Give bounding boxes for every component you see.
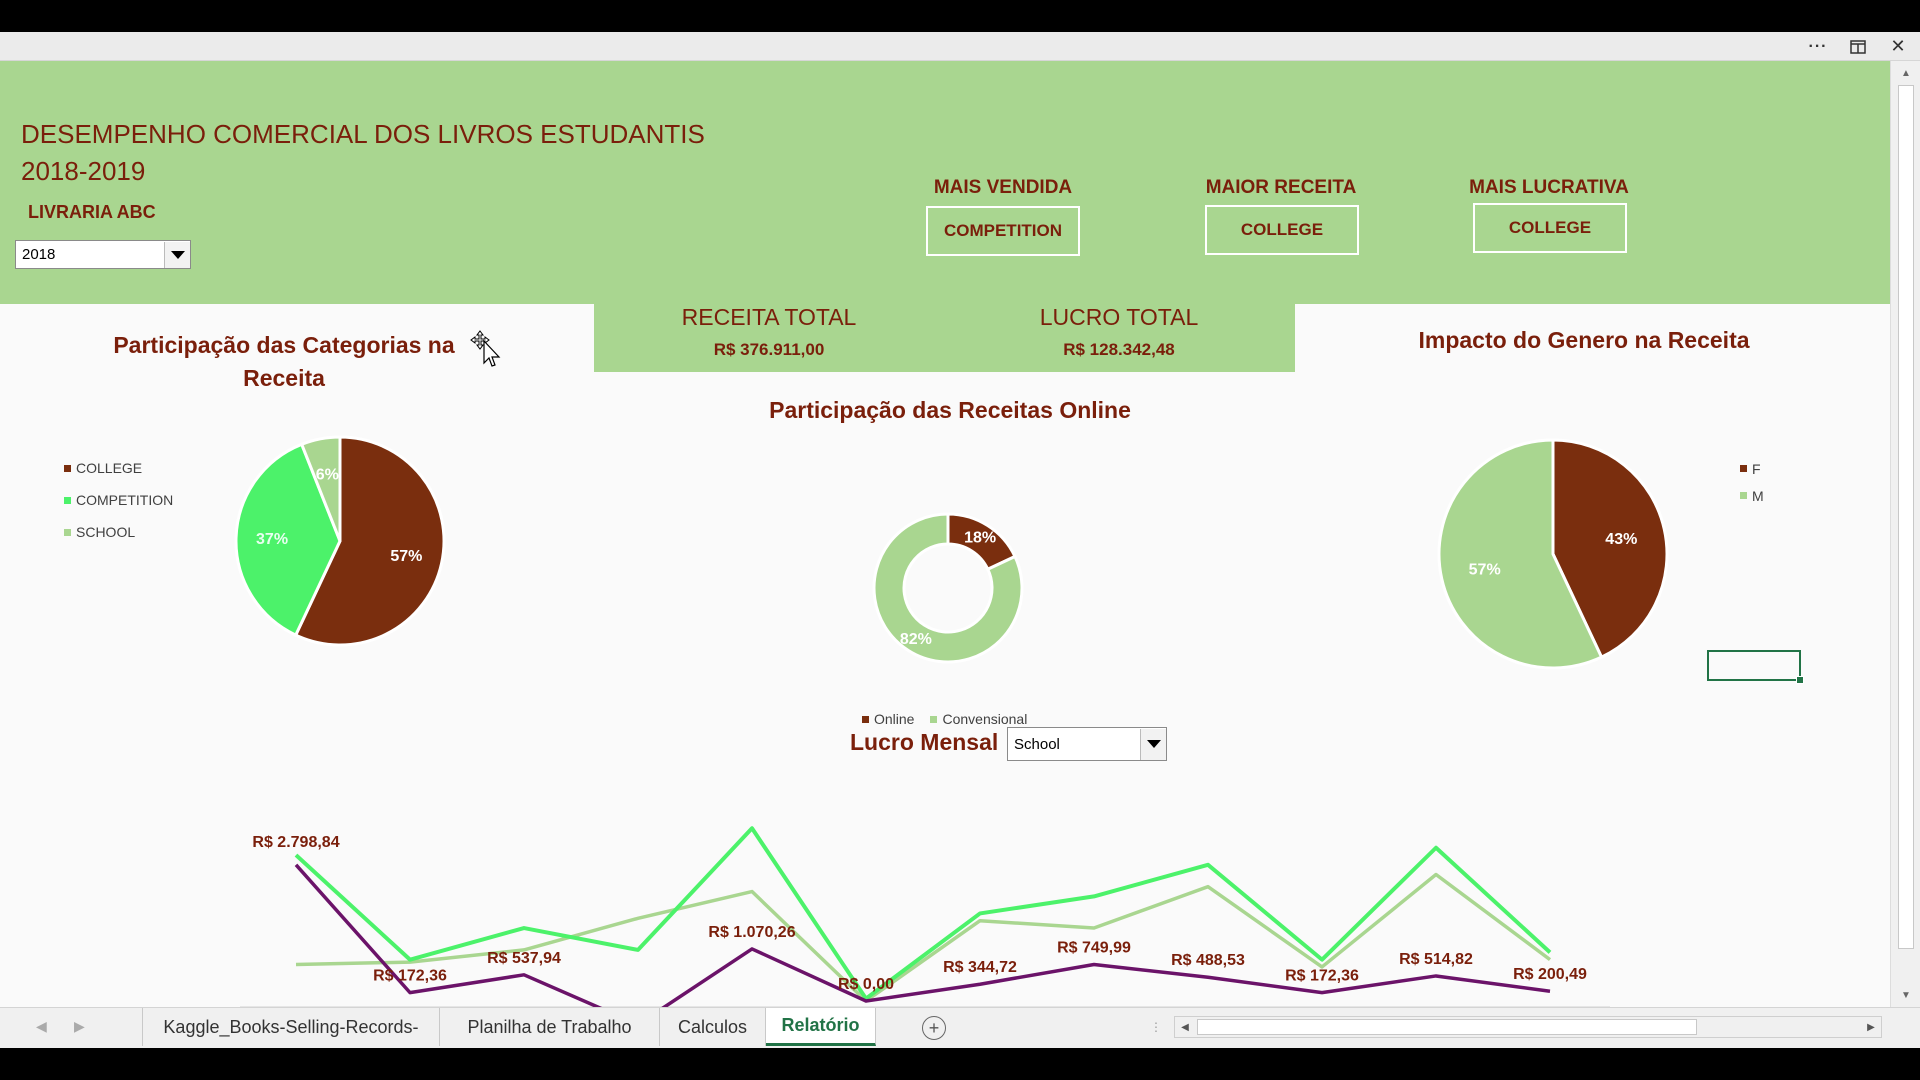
tab-split-handle-icon[interactable]: ⋮	[1150, 1020, 1162, 1034]
tab-next-icon[interactable]: ▶	[74, 1018, 85, 1035]
legend-swatch	[64, 496, 71, 504]
total-revenue-label: RECEITA TOTAL	[681, 304, 857, 330]
online-chart-title: Participação das Receitas Online	[769, 397, 1131, 423]
chevron-down-icon[interactable]	[1140, 728, 1166, 760]
data-label: R$ 172,36	[373, 968, 447, 985]
data-label: R$ 749,99	[1057, 940, 1131, 957]
chevron-down-icon[interactable]	[164, 241, 190, 268]
vertical-scrollbar[interactable]: ▲ ▼	[1890, 61, 1920, 1007]
scroll-left-icon[interactable]: ◀	[1175, 1017, 1195, 1037]
pie-data-label: 6%	[316, 467, 339, 484]
store-name: LIVRARIA ABC	[28, 202, 156, 222]
legend-swatch	[1740, 492, 1747, 499]
legend-swatch	[1740, 465, 1747, 472]
categories-legend: COLLEGE COMPETITION SCHOOL	[64, 452, 173, 548]
scroll-up-icon[interactable]: ▲	[1891, 63, 1920, 83]
scroll-right-icon[interactable]: ▶	[1861, 1017, 1881, 1037]
legend-item: COMPETITION	[64, 484, 173, 516]
top-revenue-value: COLLEGE	[1205, 205, 1359, 255]
total-profit-value: R$ 128.342,48	[1063, 340, 1175, 359]
best-seller-value: COMPETITION	[926, 206, 1080, 256]
data-label: R$ 344,72	[943, 959, 1017, 976]
pie-data-label: 18%	[964, 530, 996, 547]
window-titlebar: ··· ✕	[0, 32, 1920, 61]
total-profit-label: LUCRO TOTAL	[1039, 304, 1199, 330]
tab-planilha-de-trabalho[interactable]: Planilha de Trabalho	[440, 1008, 660, 1046]
legend-label: M	[1752, 487, 1764, 504]
legend-item: M	[1740, 482, 1764, 509]
tab-relatorio[interactable]: Relatório	[766, 1008, 876, 1046]
bottom-black-bar	[0, 1048, 1920, 1080]
restore-icon[interactable]	[1840, 32, 1876, 61]
pie-data-label: 57%	[1469, 562, 1501, 579]
top-revenue-label: MAIOR RECEITA	[1205, 177, 1357, 198]
top-black-bar	[0, 0, 1920, 32]
horizontal-scroll-thumb[interactable]	[1197, 1019, 1697, 1035]
pie-data-label: 82%	[900, 631, 932, 648]
data-label: R$ 2.798,84	[252, 834, 339, 851]
data-label: R$ 1.070,26	[708, 924, 795, 941]
line-series[interactable]	[294, 826, 1552, 1001]
monthly-profit-line-chart[interactable]: JanFevMarAbrMaiJunJulAgoSetOutNovDezR$ 2…	[230, 781, 1630, 1007]
most-profitable-label: MAIS LUCRATIVA	[1469, 177, 1629, 198]
pie-data-label: 57%	[390, 548, 422, 565]
legend-label: Convensional	[942, 711, 1028, 727]
report-period: 2018-2019	[21, 156, 146, 186]
pie-data-label: 43%	[1605, 531, 1637, 548]
best-seller-label: MAIS VENDIDA	[933, 177, 1073, 198]
legend-swatch	[64, 528, 71, 536]
legend-label: F	[1752, 460, 1761, 477]
most-profitable-value: COLLEGE	[1473, 203, 1627, 253]
category-dropdown-value: School	[1014, 735, 1060, 753]
close-icon[interactable]: ✕	[1880, 32, 1916, 61]
online-donut-chart[interactable]: 18% 82%	[870, 510, 1030, 670]
report-sheet: DESEMPENHO COMERCIAL DOS LIVROS ESTUDANT…	[0, 61, 1890, 1007]
legend-label: SCHOOL	[76, 524, 136, 540]
data-label: R$ 488,53	[1171, 952, 1245, 969]
year-dropdown-value: 2018	[22, 246, 56, 263]
add-sheet-icon[interactable]: +	[922, 1016, 946, 1040]
legend-label: COMPETITION	[76, 492, 174, 508]
tab-kaggle-books[interactable]: Kaggle_Books-Selling-Records-	[142, 1008, 440, 1046]
data-label: R$ 0,00	[838, 976, 894, 993]
data-label: R$ 514,82	[1399, 951, 1473, 968]
tab-prev-icon[interactable]: ◀	[36, 1018, 47, 1035]
legend-label: Online	[874, 711, 915, 727]
tab-calculos[interactable]: Calculos	[660, 1008, 766, 1046]
legend-item: COLLEGE	[64, 452, 173, 484]
gender-chart-title: Impacto do Genero na Receita	[1418, 327, 1750, 353]
year-dropdown[interactable]: 2018	[15, 240, 191, 269]
categories-pie-chart[interactable]: 57% 37% 6%	[230, 431, 450, 651]
legend-swatch	[930, 715, 938, 723]
legend-label: COLLEGE	[76, 460, 143, 476]
pie-data-label: 37%	[256, 531, 288, 548]
total-revenue-value: R$ 376.911,00	[713, 340, 825, 359]
legend-item: F	[1740, 455, 1764, 482]
data-label: R$ 172,36	[1285, 968, 1359, 985]
monthly-profit-title: Lucro Mensal	[850, 729, 999, 755]
legend-swatch	[64, 464, 71, 472]
more-icon[interactable]: ···	[1800, 32, 1836, 61]
sheet-tab-bar: ◀ ▶ Kaggle_Books-Selling-Records- Planil…	[0, 1007, 1920, 1048]
vertical-scroll-thumb[interactable]	[1898, 85, 1914, 949]
legend-swatch	[862, 715, 869, 723]
data-label: R$ 537,94	[487, 950, 561, 967]
horizontal-scrollbar[interactable]: ◀ ▶	[1174, 1016, 1882, 1038]
report-title: DESEMPENHO COMERCIAL DOS LIVROS ESTUDANT…	[21, 119, 705, 149]
selected-cell[interactable]	[1707, 650, 1804, 684]
gender-legend: F M	[1740, 455, 1764, 509]
move-cursor-icon	[470, 330, 501, 367]
gender-pie-chart[interactable]: 43% 57%	[1435, 436, 1675, 676]
data-label: R$ 200,49	[1513, 966, 1587, 983]
legend-item: SCHOOL	[64, 516, 173, 548]
categories-chart-title: Participação das Categorias na Receita	[113, 332, 455, 391]
scroll-down-icon[interactable]: ▼	[1891, 985, 1920, 1005]
category-dropdown[interactable]: School	[1007, 727, 1167, 761]
